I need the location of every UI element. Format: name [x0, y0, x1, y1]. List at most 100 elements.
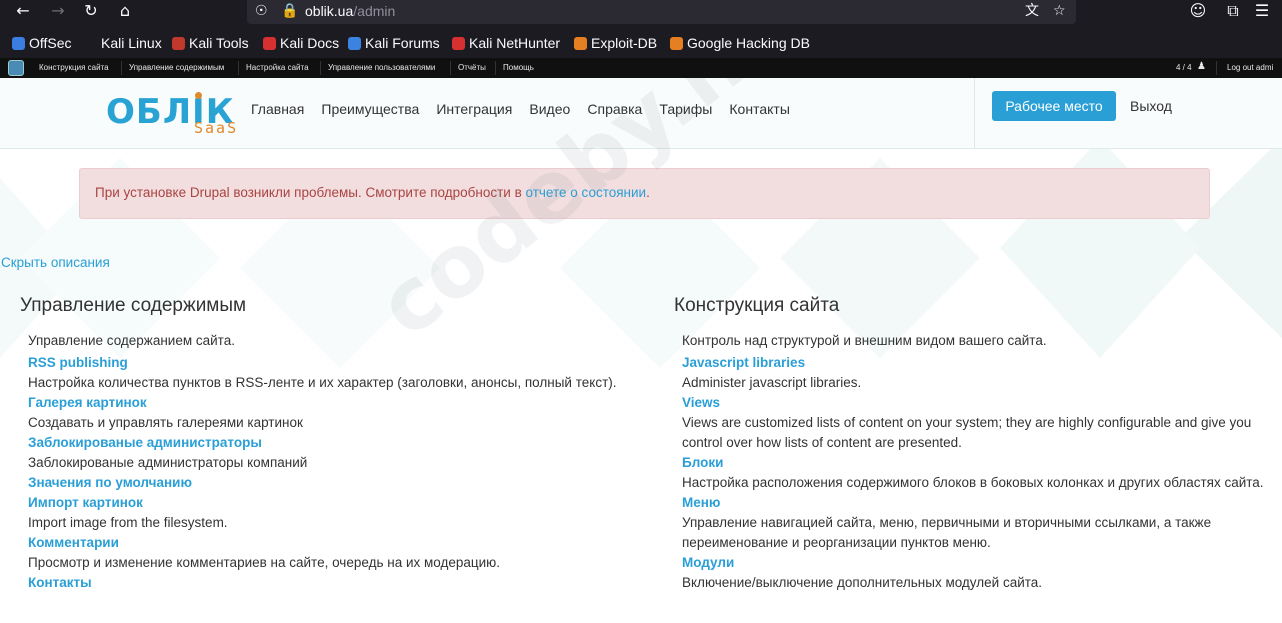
column-title: Конструкция сайта — [674, 295, 840, 316]
column-description: Контроль над структурой и внешним видом … — [682, 333, 1047, 348]
admin-link[interactable]: Блоки — [682, 453, 1264, 473]
admin-menu-item-content[interactable]: Управление содержимым — [129, 62, 224, 74]
admin-menu-item-help[interactable]: Помощь — [503, 62, 534, 74]
admin-menu-item-settings[interactable]: Настройка сайта — [246, 62, 309, 74]
bookmark-item[interactable]: Exploit-DB — [574, 34, 657, 52]
bookmark-star-icon[interactable]: ☆ — [1053, 1, 1066, 21]
admin-link[interactable]: Контакты — [28, 573, 620, 593]
nav-pricing[interactable]: Тарифы — [659, 101, 712, 117]
nav-contacts[interactable]: Контакты — [729, 101, 789, 117]
site-header: ОБЛІК SaaS Главная Преимущества Интеграц… — [0, 78, 1282, 149]
page-content: ОБЛІК SaaS Главная Преимущества Интеграц… — [0, 78, 1282, 623]
bookmark-label: Kali NetHunter — [469, 35, 561, 51]
admin-link-description: Import image from the filesystem. — [28, 515, 228, 530]
nav-integration[interactable]: Интеграция — [436, 101, 512, 117]
admin-menu-item-reports[interactable]: Отчёты — [458, 62, 486, 74]
bookmark-item[interactable]: Kali NetHunter — [452, 34, 560, 52]
nav-video[interactable]: Видео — [529, 101, 570, 117]
lock-icon[interactable]: 🔒 — [281, 1, 298, 21]
bookmark-item[interactable]: Kali Linux — [84, 34, 162, 52]
admin-link-description: Administer javascript libraries. — [682, 375, 862, 390]
admin-link-description: Включение/выключение дополнительных моду… — [682, 575, 1043, 590]
admin-link[interactable]: Javascript libraries — [682, 353, 1264, 373]
url-text[interactable]: oblik.ua/admin — [305, 2, 395, 20]
admin-link[interactable]: Меню — [682, 493, 1264, 513]
column-description: Управление содержанием сайта. — [28, 333, 235, 348]
extensions-icon[interactable]: ⧉ — [1222, 1, 1244, 23]
bookmark-favicon-icon — [574, 37, 587, 50]
site-logo[interactable]: ОБЛІК SaaS — [106, 92, 246, 142]
admin-link[interactable]: Заблокированые администраторы — [28, 433, 620, 453]
admin-menu-logout[interactable]: Log out admi — [1227, 62, 1273, 74]
error-message-text: При установке Drupal возникли проблемы. … — [95, 185, 526, 200]
site-building-column: Конструкция сайта Контроль над структуро… — [674, 294, 1264, 593]
drupal-logo-icon[interactable] — [8, 60, 24, 76]
bookmark-favicon-icon — [263, 37, 276, 50]
bookmark-favicon-icon — [670, 37, 683, 50]
bookmark-item[interactable]: Kali Docs — [263, 34, 339, 52]
logo-sub-text: SaaS — [194, 119, 239, 137]
forward-arrow-icon[interactable]: → — [47, 1, 69, 23]
logo-dot — [195, 92, 202, 99]
bookmark-label: Kali Tools — [189, 35, 249, 51]
admin-link-description: Заблокированые администраторы компаний — [28, 455, 308, 470]
bookmark-item[interactable]: OffSec — [12, 34, 72, 52]
admin-link-description: Views are customized lists of content on… — [682, 415, 1252, 450]
bookmark-favicon-icon — [84, 37, 97, 50]
admin-menu-item-structure[interactable]: Конструкция сайта — [39, 62, 109, 74]
nav-home[interactable]: Главная — [251, 101, 304, 117]
bookmark-item[interactable]: Kali Forums — [348, 34, 440, 52]
bookmark-label: OffSec — [29, 35, 72, 51]
bookmark-label: Exploit-DB — [591, 35, 658, 51]
admin-link-description: Настройка расположения содержимого блоко… — [682, 475, 1264, 490]
bookmark-favicon-icon — [348, 37, 361, 50]
bookmark-label: Kali Forums — [365, 35, 440, 51]
bookmarks-bar: OffSec Kali Linux Kali Tools Kali Docs Kali … — [0, 28, 1282, 58]
error-text: При установке Drupal возникли проблемы. … — [95, 184, 650, 202]
bookmark-label: Google Hacking DB — [687, 35, 810, 51]
bookmark-favicon-icon — [172, 37, 185, 50]
error-message: При установке Drupal возникли проблемы. … — [79, 168, 1210, 219]
content-management-column: Управление содержимым Управление содержа… — [20, 294, 620, 593]
admin-link-description: Создавать и управлять галереями картинок — [28, 415, 303, 430]
bookmark-item[interactable]: Google Hacking DB — [670, 34, 810, 52]
home-icon[interactable]: ⌂ — [114, 1, 136, 23]
admin-link[interactable]: Импорт картинок — [28, 493, 620, 513]
admin-menu-user-counter: 4 / 4 — [1176, 63, 1192, 72]
header-divider — [974, 78, 975, 148]
admin-link[interactable]: Галерея картинок — [28, 393, 620, 413]
reload-icon[interactable]: ↻ — [80, 1, 102, 23]
admin-link[interactable]: RSS publishing — [28, 353, 620, 373]
bookmark-item[interactable]: Kali Tools — [172, 34, 249, 52]
admin-link[interactable]: Views — [682, 393, 1264, 413]
nav-help[interactable]: Справка — [587, 101, 642, 117]
bookmark-favicon-icon — [452, 37, 465, 50]
bookmark-label: Kali Linux — [101, 35, 162, 51]
admin-link-description: Настройка количества пунктов в RSS-ленте… — [28, 375, 617, 390]
bookmark-label: Kali Docs — [280, 35, 340, 51]
error-message-end: . — [646, 185, 650, 200]
admin-link[interactable]: Комментарии — [28, 533, 620, 553]
logout-link[interactable]: Выход — [1130, 97, 1172, 115]
admin-menu-item-users[interactable]: Управление пользователями — [328, 62, 435, 74]
account-icon[interactable]: ☺ — [1187, 1, 1209, 23]
admin-link-description: Управление навигацией сайта, меню, перви… — [682, 515, 1212, 550]
workspace-button[interactable]: Рабочее место — [992, 91, 1116, 121]
url-path: /admin — [353, 3, 396, 19]
back-arrow-icon[interactable]: ← — [12, 1, 34, 23]
shield-icon[interactable]: ☉ — [255, 1, 268, 21]
users-icon: ♟ — [1197, 61, 1206, 72]
column-title: Управление содержимым — [20, 295, 247, 316]
translate-icon[interactable]: 文 — [1025, 1, 1039, 21]
admin-link[interactable]: Модули — [682, 553, 1264, 573]
browser-navbar: ← → ↻ ⌂ ☉ 🔒 oblik.ua/admin 文 ☆ ☺ ⧉ ☰ — [0, 0, 1282, 28]
admin-link[interactable]: Значения по умолчанию — [28, 473, 620, 493]
hide-descriptions-link[interactable]: Скрыть описания — [1, 254, 110, 272]
nav-advantages[interactable]: Преимущества — [321, 101, 419, 117]
url-bar[interactable]: ☉ 🔒 oblik.ua/admin 文 ☆ — [247, 0, 1076, 24]
menu-icon[interactable]: ☰ — [1251, 1, 1273, 23]
admin-menu-bar: Конструкция сайта Управление содержимым … — [0, 58, 1282, 78]
bookmark-favicon-icon — [12, 37, 25, 50]
main-navigation: Главная Преимущества Интеграция Видео Сп… — [251, 99, 802, 119]
status-report-link[interactable]: отчете о состоянии — [526, 185, 647, 200]
